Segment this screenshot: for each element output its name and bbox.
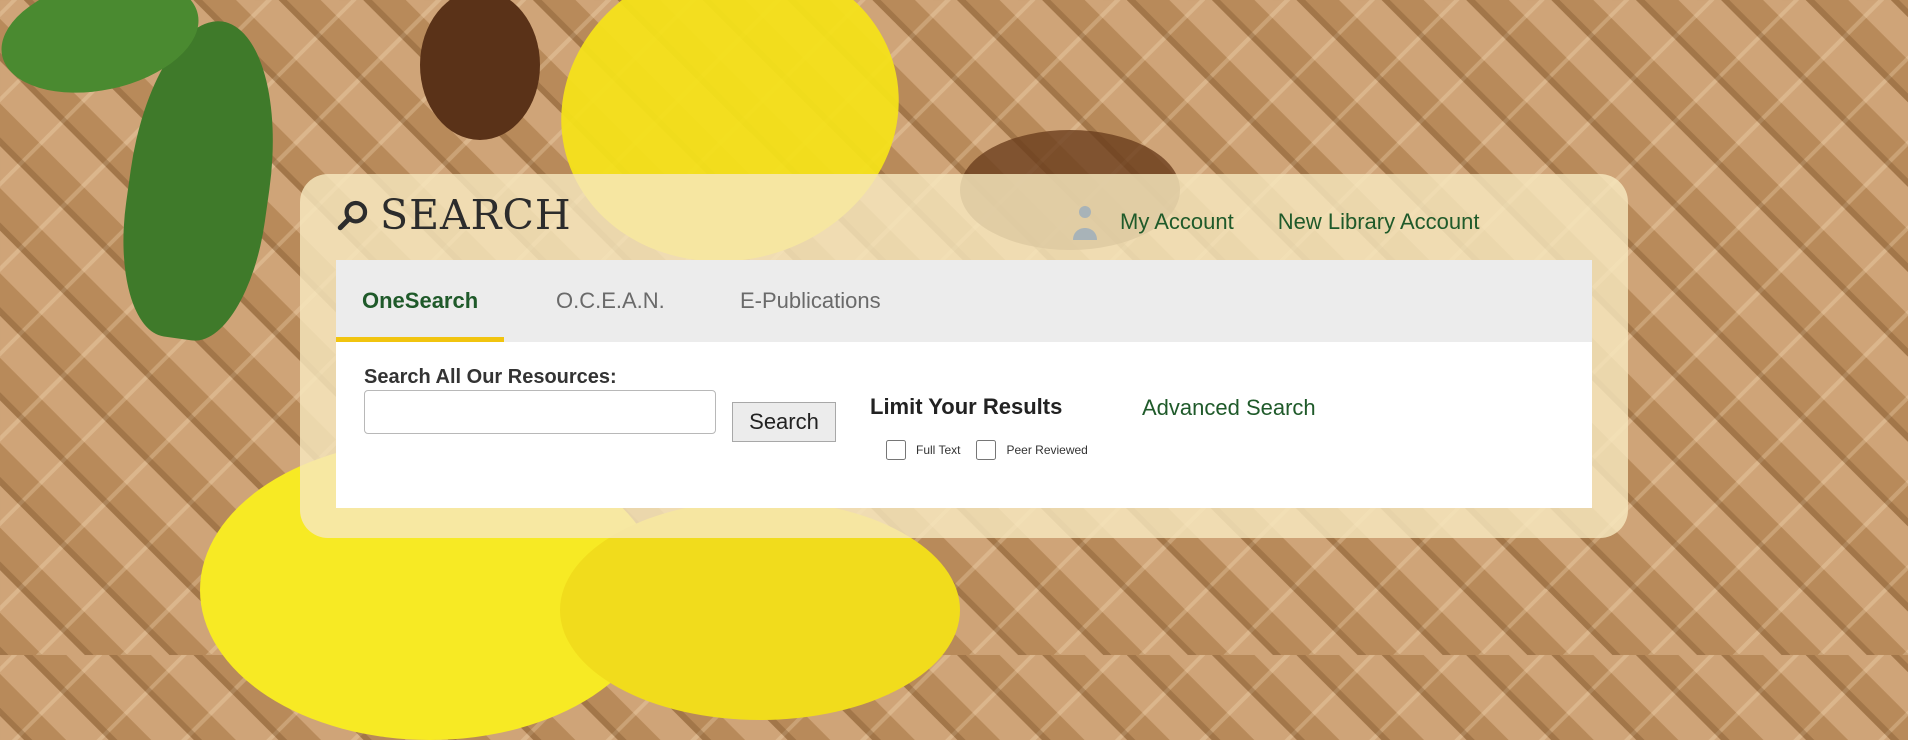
search-tabs: OneSearch O.C.E.A.N. E-Publications xyxy=(335,260,1592,342)
peer-reviewed-filter[interactable]: Peer Reviewed xyxy=(976,440,1088,460)
search-icon xyxy=(337,200,368,231)
full-text-filter[interactable]: Full Text xyxy=(886,440,960,460)
peer-reviewed-label: Peer Reviewed xyxy=(1006,443,1088,457)
tab-ocean[interactable]: O.C.E.A.N. xyxy=(556,260,665,342)
search-input[interactable] xyxy=(364,390,716,434)
background-leaf-green xyxy=(108,11,292,349)
peer-reviewed-checkbox[interactable] xyxy=(976,440,997,460)
limit-results-label: Limit Your Results xyxy=(870,394,1063,419)
account-links: My Account New Library Account xyxy=(1070,206,1480,240)
search-title-text: SEARCH xyxy=(380,191,572,239)
search-widget-title: SEARCH xyxy=(336,190,572,240)
limit-filters: Full Text Peer Reviewed xyxy=(886,440,1104,460)
full-text-checkbox[interactable] xyxy=(886,440,906,460)
search-all-resources-label: Search All Our Resources: xyxy=(364,366,617,388)
advanced-search-link[interactable]: Advanced Search xyxy=(1142,395,1316,421)
tab-e-publications[interactable]: E-Publications xyxy=(740,260,881,342)
my-account-link[interactable]: My Account xyxy=(1120,209,1234,235)
person-icon xyxy=(1073,206,1097,240)
search-button[interactable]: Search xyxy=(732,402,836,442)
background-leaf-green-top xyxy=(0,0,210,110)
onesearch-panel: Search All Our Resources: Search Limit Y… xyxy=(336,342,1592,508)
full-text-label: Full Text xyxy=(916,443,961,457)
background-flower-center-brown xyxy=(420,0,540,140)
new-library-account-link[interactable]: New Library Account xyxy=(1278,209,1480,235)
tab-onesearch[interactable]: OneSearch xyxy=(335,260,505,342)
